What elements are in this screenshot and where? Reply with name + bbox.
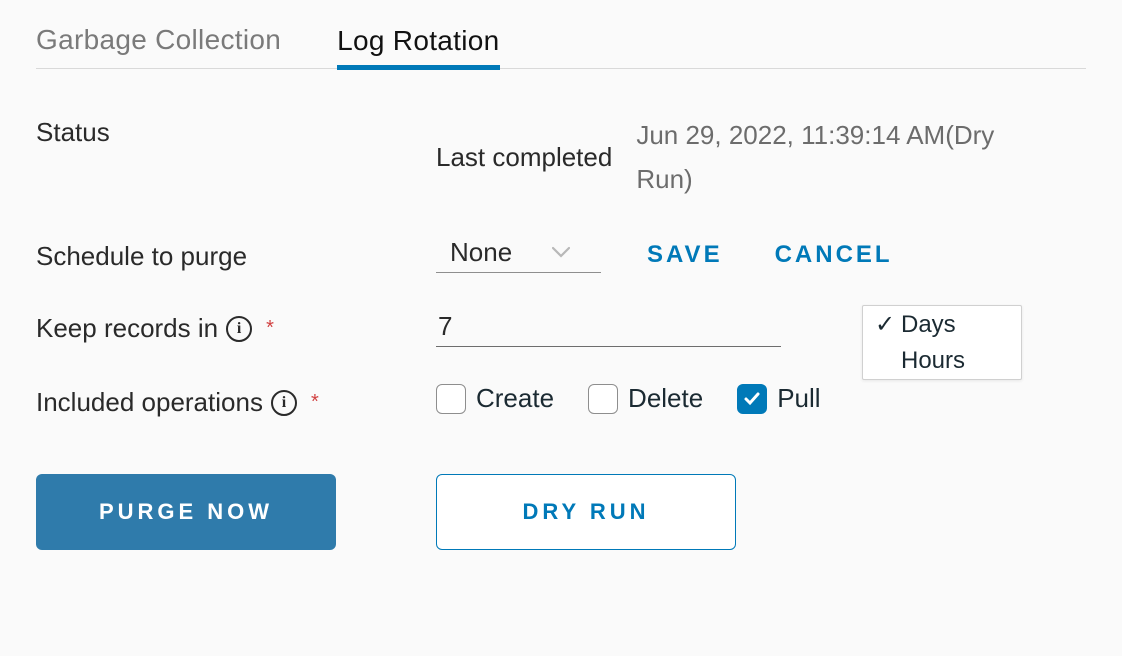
status-label: Status bbox=[36, 117, 110, 148]
save-button[interactable]: SAVE bbox=[641, 240, 729, 270]
keep-records-label: Keep records in bbox=[36, 313, 218, 344]
log-rotation-settings: Garbage Collection Log Rotation Status L… bbox=[0, 0, 1122, 590]
status-row: Status Last completed Jun 29, 2022, 11:3… bbox=[36, 113, 1086, 201]
tabs-bar: Garbage Collection Log Rotation bbox=[36, 24, 1086, 69]
required-asterisk: * bbox=[266, 317, 274, 340]
checkbox-pull-label: Pull bbox=[777, 383, 820, 414]
operations-checkbox-group: Create Delete Pull bbox=[436, 383, 821, 414]
unit-option-hours[interactable]: Hours bbox=[863, 343, 1021, 379]
unit-option-hours-label: Hours bbox=[901, 347, 965, 375]
unit-dropdown: ✓ Days Hours bbox=[862, 305, 1022, 380]
required-asterisk: * bbox=[311, 391, 319, 414]
status-metric: Last completed bbox=[436, 142, 612, 173]
keep-records-row: Keep records in i * ✓ Days Hours bbox=[36, 309, 1086, 347]
purge-now-button[interactable]: PURGE NOW bbox=[36, 474, 336, 550]
schedule-selected-value: None bbox=[450, 237, 512, 268]
included-operations-label: Included operations bbox=[36, 387, 263, 418]
unit-option-days[interactable]: ✓ Days bbox=[863, 306, 1021, 343]
status-value: Jun 29, 2022, 11:39:14 AM(Dry Run) bbox=[636, 113, 1056, 201]
info-icon[interactable]: i bbox=[226, 316, 252, 342]
included-operations-row: Included operations i * Create Delete bbox=[36, 383, 1086, 418]
checkbox-delete[interactable]: Delete bbox=[588, 383, 703, 414]
checkbox-pull[interactable]: Pull bbox=[737, 383, 820, 414]
schedule-row: Schedule to purge None SAVE CANCEL bbox=[36, 237, 1086, 273]
chevron-down-icon bbox=[552, 242, 570, 263]
tab-log-rotation[interactable]: Log Rotation bbox=[337, 25, 499, 70]
info-icon[interactable]: i bbox=[271, 390, 297, 416]
checkbox-box bbox=[737, 384, 767, 414]
dry-run-button[interactable]: DRY RUN bbox=[436, 474, 736, 550]
checkbox-box bbox=[436, 384, 466, 414]
unit-option-days-label: Days bbox=[901, 311, 956, 339]
schedule-label: Schedule to purge bbox=[36, 241, 247, 272]
check-icon: ✓ bbox=[875, 310, 893, 339]
schedule-select[interactable]: None bbox=[436, 237, 601, 273]
checkbox-delete-label: Delete bbox=[628, 383, 703, 414]
tab-garbage-collection[interactable]: Garbage Collection bbox=[36, 24, 281, 68]
checkbox-box bbox=[588, 384, 618, 414]
cancel-button[interactable]: CANCEL bbox=[769, 240, 899, 270]
checkbox-create-label: Create bbox=[476, 383, 554, 414]
keep-records-input[interactable] bbox=[436, 309, 781, 347]
checkbox-create[interactable]: Create bbox=[436, 383, 554, 414]
action-buttons: PURGE NOW DRY RUN bbox=[36, 474, 1086, 550]
